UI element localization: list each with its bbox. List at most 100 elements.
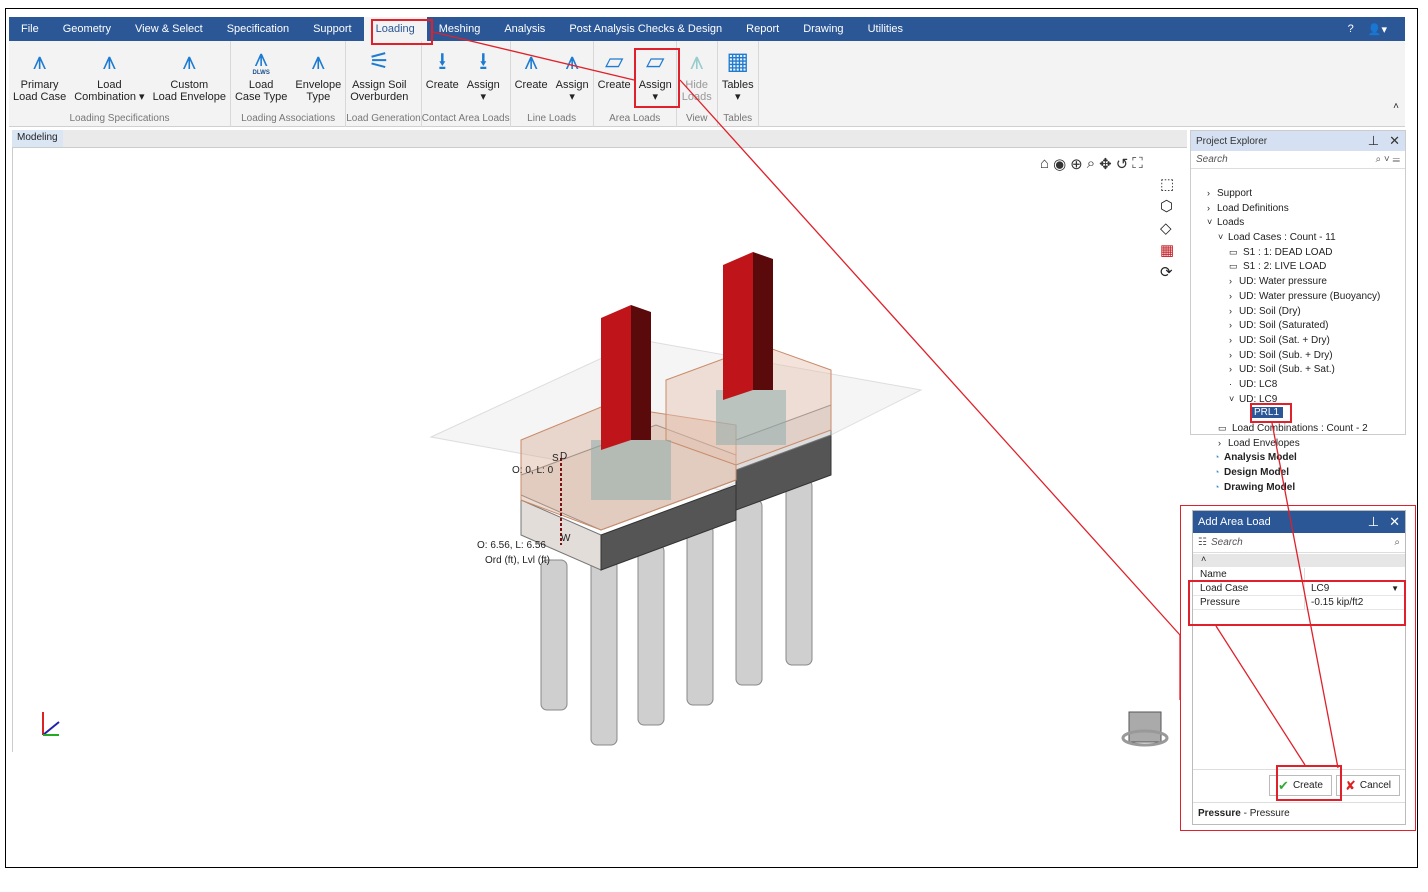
menu-view-select[interactable]: View & Select [123,17,215,41]
collapse-ribbon-icon[interactable]: ˄ [1387,101,1405,126]
3d-model[interactable] [13,148,1188,752]
button-label: Create [597,79,631,91]
area-loads-create-button[interactable]: ▱ Create [594,45,635,113]
menu-specification[interactable]: Specification [215,17,301,41]
search-icon[interactable]: ⌕ ˅ ☰ [1376,154,1401,165]
menu-utilities[interactable]: Utilities [856,17,915,41]
chevron-right-icon[interactable]: › [1229,289,1239,304]
contact-area-loads-assign-button[interactable]: ⭳ Assign ▾ [463,45,504,113]
tree-item[interactable]: › UD: Soil (Sub. + Dry) [1196,348,1380,363]
tree-item[interactable]: › UD: Soil (Sat. + Dry) [1196,333,1380,348]
rotate-icon[interactable]: ↺ [1116,155,1129,173]
select-icon[interactable]: ⬚ [1160,175,1174,193]
ordinate-label-top: O: 0, L: 0 [512,465,554,476]
tables-tables-button[interactable]: ▦ Tables ▾ [718,45,758,113]
model-icon[interactable]: ◔ [1214,465,1224,480]
zoom-window-icon[interactable]: ⊕ [1070,155,1083,173]
loading-associations-envelope-button[interactable]: ⩚ Envelope Type [291,45,345,113]
pan-icon[interactable]: ✥ [1099,155,1112,173]
tree-item[interactable]: ˅ Loads [1196,215,1380,230]
tree-item[interactable]: › Load Envelopes [1196,436,1380,451]
loading-specifications-custom-button[interactable]: ⩚ Custom Load Envelope [149,45,230,113]
menu-geometry[interactable]: Geometry [51,17,123,41]
tree-item[interactable]: ▭ S1 : 1: DEAD LOAD [1196,245,1380,260]
pin-icon[interactable]: ⊥ [1368,133,1379,149]
model-icon[interactable]: ◔ [1214,450,1224,465]
group-label: Area Loads [609,113,661,124]
zoom-icon[interactable]: ⌕ [1087,155,1095,173]
contact-area-loads-create-button[interactable]: ⭳ Create [422,45,463,113]
tree-item[interactable]: ◔ Design Model [1196,465,1380,480]
model-icon[interactable]: ◔ [1214,480,1224,495]
annotation-create-button [1276,765,1342,801]
tree-item[interactable]: ◔ Analysis Model [1196,450,1380,465]
tree-item-label: Load Envelopes [1228,437,1300,449]
fit-icon[interactable]: ⛶ [1132,155,1143,173]
view-icon[interactable]: ◉ [1053,155,1066,173]
view-hide-button[interactable]: ⩚ Hide Loads [677,45,717,113]
tab-modeling[interactable]: Modeling [12,130,63,147]
tree-item[interactable]: ˅ Load Cases : Count - 11 [1196,230,1380,245]
chevron-right-icon[interactable]: › [1218,436,1228,451]
modeling-viewport[interactable] [12,148,1187,752]
line-loads-assign-button[interactable]: ⩚ Assign ▾ [552,45,593,113]
load-case-icon[interactable]: ▭ [1229,259,1243,274]
tree-line-icon[interactable]: · [1229,377,1239,392]
loading-associations-load-button[interactable]: ⩚ DLWS Load Case Type [231,45,291,113]
chevron-right-icon[interactable]: › [1229,348,1239,363]
tree-item[interactable]: ▭ S1 : 2: LIVE LOAD [1196,259,1380,274]
tree-item[interactable]: ◔ Drawing Model [1196,480,1380,495]
grid-icon[interactable]: ▦ [1160,241,1174,259]
tree-item[interactable]: › UD: Water pressure [1196,274,1380,289]
tree-item[interactable]: ▭ Load Combinations : Count - 2 [1196,421,1380,436]
chevron-right-icon[interactable]: › [1207,201,1217,216]
ribbon: ⩚ Primary Load Case ⩚ Load Combination ▾ ⩚ Cu… [9,41,1405,127]
loading-specifications-primary-button[interactable]: ⩚ Primary Load Case [9,45,70,113]
menu-meshing[interactable]: Meshing [427,17,493,41]
menu-file[interactable]: File [9,17,51,41]
chevron-right-icon[interactable]: › [1229,318,1239,333]
menu-support[interactable]: Support [301,17,364,41]
tree-item-label: Loads [1217,217,1245,229]
menu-report[interactable]: Report [734,17,791,41]
chevron-right-icon[interactable]: › [1229,274,1239,289]
chevron-right-icon[interactable]: › [1207,186,1217,201]
ribbon-group-line-loads: ⩚ Create ⩚ Assign ▾ Line Loads [511,41,594,127]
tree-item[interactable]: › UD: Soil (Sub. + Sat.) [1196,362,1380,377]
chevron-right-icon[interactable]: › [1229,304,1239,319]
chevron-down-icon[interactable]: ˅ [1207,215,1217,230]
tree-item[interactable]: › UD: Water pressure (Buoyancy) [1196,289,1380,304]
tree-item[interactable]: › UD: Soil (Dry) [1196,304,1380,319]
layer-icon[interactable]: ◇ [1160,219,1174,237]
tree-item[interactable]: › Load Definitions [1196,201,1380,216]
tree-item[interactable]: › Support [1196,186,1380,201]
close-icon[interactable]: ✕ [1389,133,1400,149]
load-icon: ⭳ [479,48,488,75]
help-icon[interactable]: ? [1348,23,1354,36]
refresh-icon[interactable]: ⟳ [1160,263,1174,281]
ordinate-units-label: Ord (ft), Lvl (ft) [485,555,550,566]
chevron-right-icon[interactable]: › [1229,362,1239,377]
chevron-down-icon[interactable]: ˅ [1218,230,1228,245]
user-icon[interactable]: 👤▾ [1368,23,1387,36]
load-generation-assign-soil-button[interactable]: ⚟ Assign Soil Overburden [346,45,412,113]
view-toolbar: ⌂ ◉ ⊕ ⌕ ✥ ↺ ⛶ [1040,155,1143,173]
tree-item[interactable]: › UD: Soil (Saturated) [1196,318,1380,333]
explorer-search-input[interactable]: Search [1196,154,1228,165]
annotation-loading-tab [371,19,433,45]
chevron-right-icon[interactable]: › [1229,333,1239,348]
loading-specifications-load-button[interactable]: ⩚ Load Combination ▾ [70,45,148,113]
line-loads-create-button[interactable]: ⩚ Create [511,45,552,113]
iso-view-icon[interactable]: ⬡ [1160,197,1174,215]
menu-post-analysis-checks-design[interactable]: Post Analysis Checks & Design [557,17,734,41]
button-label: Load Case Type [234,79,288,103]
load-case-icon[interactable]: ▭ [1218,421,1232,436]
menu-analysis[interactable]: Analysis [492,17,557,41]
chevron-down-icon[interactable]: ˅ [1229,392,1239,407]
project-tree: › Support › Load Definitions ˅ Loads ˅ Load Cas… [1196,186,1380,494]
menu-drawing[interactable]: Drawing [791,17,855,41]
home-icon[interactable]: ⌂ [1040,155,1049,173]
load-case-icon[interactable]: ▭ [1229,245,1243,260]
tree-item[interactable]: · UD: LC8 [1196,377,1380,392]
ribbon-group-loading-specifications: ⩚ Primary Load Case ⩚ Load Combination ▾ ⩚ Cu… [9,41,231,127]
